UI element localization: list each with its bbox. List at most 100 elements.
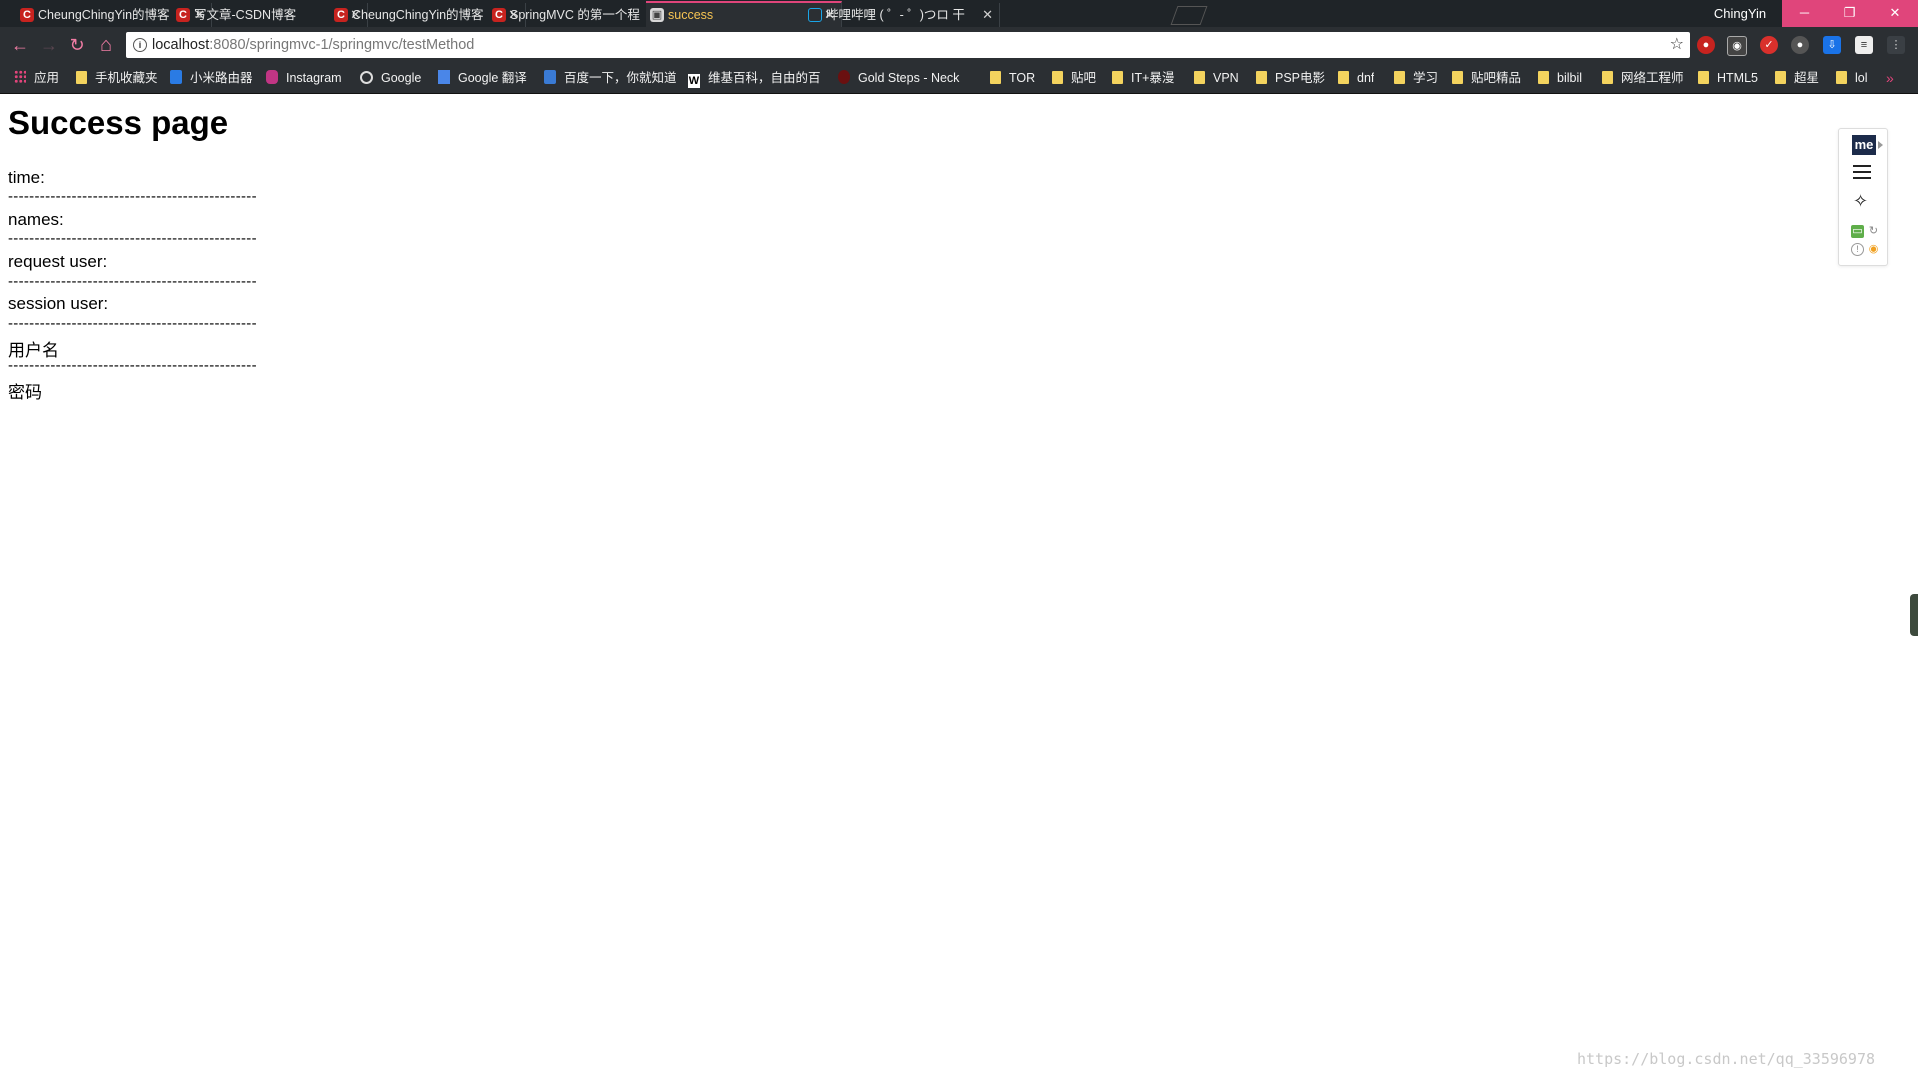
minimize-button[interactable]: ─	[1782, 0, 1827, 27]
translate-icon	[438, 70, 450, 84]
folder-icon	[1338, 71, 1349, 84]
tab-title: SpringMVC 的第一个程	[510, 8, 640, 22]
refresh-icon[interactable]: ↻	[1867, 225, 1880, 238]
page-content: Success page time: ---------------------…	[0, 94, 1918, 1080]
bookmark-tieba[interactable]: 贴吧	[1052, 63, 1096, 93]
bookmark-gold-steps[interactable]: Gold Steps - Neck	[838, 63, 980, 93]
eye-icon[interactable]: ◉	[1867, 243, 1880, 256]
request-user-label: request user:	[8, 252, 108, 271]
password-label: 密码	[8, 383, 42, 402]
bookmark-psp-movies[interactable]: PSP电影	[1256, 63, 1325, 93]
tab-strip: C CheungChingYin的博客 ✕ C 写文章-CSDN博客 ✕ C C…	[0, 0, 1918, 27]
bookmark-baidu[interactable]: 百度一下，你就知道	[544, 63, 677, 93]
folder-icon	[1775, 71, 1786, 84]
alert-icon[interactable]: !	[1851, 243, 1864, 256]
separator: ----------------------------------------…	[8, 188, 257, 205]
site-info-icon[interactable]: i	[133, 38, 147, 52]
restore-button[interactable]: ❐	[1827, 0, 1872, 27]
folder-icon	[1836, 71, 1847, 84]
bookmark-instagram[interactable]: Instagram	[266, 63, 342, 93]
cast-icon[interactable]: ▭	[1851, 225, 1864, 238]
csdn-icon: C	[176, 8, 190, 22]
page-icon: ▣	[650, 8, 664, 22]
bookmark-it-baoman[interactable]: IT+暴漫	[1112, 63, 1174, 93]
tab-title: success	[668, 8, 714, 22]
home-button[interactable]: ⌂	[94, 33, 118, 57]
wikipedia-icon: W	[688, 74, 700, 88]
bookmarks-bar: 应用 手机收藏夹 小米路由器 Instagram Google Google 翻…	[0, 63, 1918, 94]
folder-icon	[1256, 71, 1267, 84]
separator: ----------------------------------------…	[8, 315, 257, 332]
expand-arrow-icon[interactable]	[1878, 141, 1883, 149]
folder-icon	[76, 71, 87, 84]
close-window-button[interactable]: ✕	[1872, 0, 1918, 27]
tab-title: 写文章-CSDN博客	[194, 8, 297, 22]
bookmarks-overflow-button[interactable]: »	[1886, 63, 1894, 93]
bookmark-dnf[interactable]: dnf	[1338, 63, 1374, 93]
google-icon	[360, 71, 373, 84]
separator: ----------------------------------------…	[8, 230, 257, 247]
folder-icon	[1052, 71, 1063, 84]
address-bar[interactable]: i localhost:8080/springmvc-1/springmvc/t…	[126, 32, 1690, 58]
tab-title: CheungChingYin的博客	[352, 8, 484, 22]
bookmark-lol[interactable]: lol	[1836, 63, 1868, 93]
bookmark-network-engineer[interactable]: 网络工程师	[1602, 63, 1684, 93]
notes-extension-icon[interactable]: ≡	[1855, 36, 1873, 54]
forward-button[interactable]: →	[37, 33, 61, 57]
ghostery-extension-icon[interactable]: ◉	[1727, 36, 1747, 56]
csdn-icon: C	[20, 8, 34, 22]
separator: ----------------------------------------…	[8, 357, 257, 374]
bookmark-apps[interactable]: 应用	[14, 63, 59, 93]
menu-icon[interactable]	[1853, 165, 1871, 183]
page-title: Success page	[8, 104, 229, 141]
bookmark-xiaomi-router[interactable]: 小米路由器	[170, 63, 253, 93]
pocket-extension-icon[interactable]: ✓	[1760, 36, 1778, 54]
bookmark-star-icon[interactable]: ☆	[1670, 32, 1684, 58]
bookmark-google-translate[interactable]: Google 翻译	[438, 63, 527, 93]
baidu-icon	[544, 70, 556, 84]
folder-icon	[1112, 71, 1123, 84]
folder-icon	[1394, 71, 1405, 84]
extension-side-widget: me ✧ ▭ ↻ ! ◉	[1838, 128, 1888, 266]
tab-bilibili[interactable]: 哔哩哔哩 ( ゜- ゜)つロ 干 ✕	[804, 3, 1000, 27]
separator: ----------------------------------------…	[8, 273, 257, 290]
bookmark-vpn[interactable]: VPN	[1194, 63, 1239, 93]
adblock-extension-icon[interactable]: ●	[1697, 36, 1715, 54]
profile-name[interactable]: ChingYin	[1700, 0, 1780, 27]
csdn-icon: C	[492, 8, 506, 22]
bookmark-tieba-best[interactable]: 贴吧精品	[1452, 63, 1521, 93]
apps-icon	[14, 70, 26, 84]
time-label: time:	[8, 168, 45, 187]
back-button[interactable]: ←	[8, 33, 32, 57]
bilibili-icon	[808, 8, 822, 22]
session-user-label: session user:	[8, 294, 109, 313]
url-text[interactable]: localhost:8080/springmvc-1/springmvc/tes…	[152, 32, 474, 58]
url-host: localhost	[152, 37, 210, 53]
watermark: https://blog.csdn.net/qq_33596978	[1577, 1050, 1876, 1068]
chrome-menu-icon[interactable]: ⋮	[1887, 36, 1905, 54]
bookmark-tor[interactable]: TOR	[990, 63, 1035, 93]
bookmark-study[interactable]: 学习	[1394, 63, 1438, 93]
wifi-icon	[170, 70, 182, 84]
bookmark-wikipedia[interactable]: W 维基百科，自由的百	[688, 63, 830, 93]
folder-icon	[1538, 71, 1549, 84]
folder-icon	[1194, 71, 1205, 84]
bookmark-chaoxing[interactable]: 超星	[1775, 63, 1819, 93]
site-icon	[838, 70, 850, 84]
download-extension-icon[interactable]: ⇩	[1823, 36, 1841, 54]
tab-title: 哔哩哔哩 ( ゜- ゜)つロ 干	[826, 8, 965, 22]
me-logo-button[interactable]: me	[1852, 135, 1876, 155]
browser-toolbar: ← → ↻ ⌂ i localhost:8080/springmvc-1/spr…	[0, 27, 1918, 63]
reload-button[interactable]: ↻	[65, 33, 89, 57]
bookmark-html5[interactable]: HTML5	[1698, 63, 1758, 93]
bookmark-mobile-favorites[interactable]: 手机收藏夹	[76, 63, 158, 93]
evernote-extension-icon[interactable]: ●	[1791, 36, 1809, 54]
new-tab-button[interactable]	[1170, 6, 1208, 25]
tab-close-icon[interactable]: ✕	[982, 3, 993, 27]
bookmark-bilbil[interactable]: bilbil	[1538, 63, 1582, 93]
bookmark-google[interactable]: Google	[360, 63, 421, 93]
tab-title: CheungChingYin的博客	[38, 8, 170, 22]
magic-wand-icon[interactable]: ✧	[1853, 191, 1868, 212]
names-label: names:	[8, 210, 64, 229]
side-panel-handle[interactable]	[1910, 594, 1918, 636]
